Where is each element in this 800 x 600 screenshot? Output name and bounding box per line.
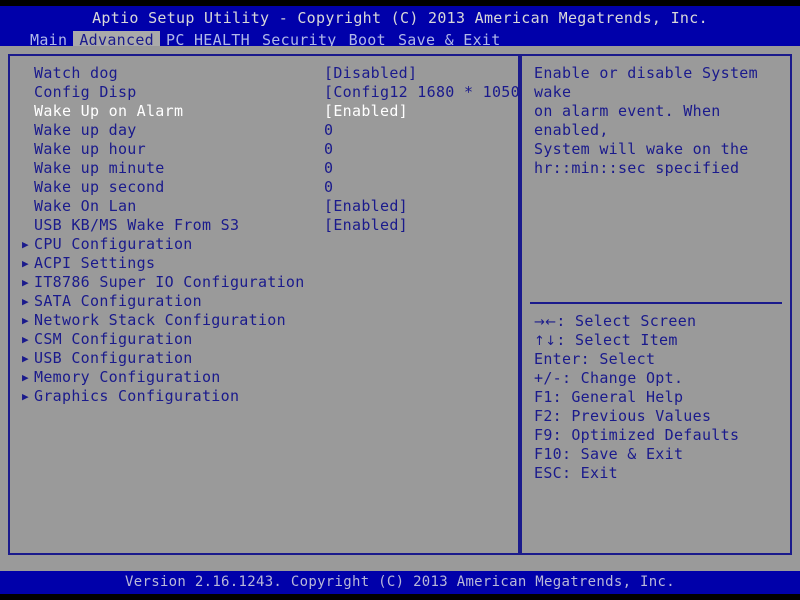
option-row[interactable]: Wake up minute 0 (10, 159, 518, 178)
option-row[interactable]: Config Disp [Config12 1680 * 1050] (10, 83, 518, 102)
key-legend-row: →←: Select Screen (534, 312, 786, 331)
key-legend-label: Enter: Select (534, 350, 655, 368)
arrow-keys-icon: →← (534, 315, 556, 330)
option-label: Wake Up on Alarm (34, 102, 183, 121)
key-legend-row: F2: Previous Values (534, 407, 786, 426)
submenu-item[interactable]: ▶Graphics Configuration (10, 387, 518, 406)
options-panel: Watch dog [Disabled] Config Disp [Config12 … (8, 54, 520, 555)
option-label: Network Stack Configuration (34, 311, 286, 330)
help-separator (530, 302, 782, 304)
option-value[interactable]: [Enabled] (324, 197, 408, 216)
option-label: ACPI Settings (34, 254, 155, 273)
key-legend: →←: Select Screen↑↓: Select ItemEnter: S… (534, 312, 786, 483)
option-value[interactable]: 0 (324, 121, 333, 140)
submenu-arrow-icon: ▶ (22, 254, 34, 273)
option-value[interactable]: 0 (324, 140, 333, 159)
help-line: hr::min::sec specified (534, 159, 782, 178)
submenu-arrow-icon: ▶ (22, 368, 34, 387)
help-line: System will wake on the (534, 140, 782, 159)
options-list: Watch dog [Disabled] Config Disp [Config12 … (10, 64, 518, 406)
header-bar: Aptio Setup Utility - Copyright (C) 2013… (0, 6, 800, 46)
option-label: Watch dog (34, 64, 118, 83)
submenu-item[interactable]: ▶CSM Configuration (10, 330, 518, 349)
option-label: CSM Configuration (34, 330, 193, 349)
option-row[interactable]: Wake Up on Alarm [Enabled] (10, 102, 518, 121)
key-legend-label: +/-: Change Opt. (534, 369, 683, 387)
option-row[interactable]: Wake On Lan [Enabled] (10, 197, 518, 216)
submenu-item[interactable]: ▶Network Stack Configuration (10, 311, 518, 330)
option-label: USB Configuration (34, 349, 193, 368)
option-label: Wake up second (34, 178, 165, 197)
option-value[interactable]: [Disabled] (324, 64, 417, 83)
option-value[interactable]: 0 (324, 178, 333, 197)
option-value[interactable]: [Enabled] (324, 102, 408, 121)
help-line: on alarm event. When enabled, (534, 102, 782, 140)
option-label: Wake up day (34, 121, 137, 140)
option-value[interactable]: [Config12 1680 * 1050] (324, 83, 520, 102)
submenu-item[interactable]: ▶USB Configuration (10, 349, 518, 368)
submenu-arrow-icon: ▶ (22, 292, 34, 311)
help-panel: Enable or disable System wakeon alarm ev… (520, 54, 792, 555)
option-row[interactable]: Wake up day 0 (10, 121, 518, 140)
key-legend-label: ESC: Exit (534, 464, 618, 482)
option-label: Wake On Lan (34, 197, 137, 216)
option-value[interactable]: [Enabled] (324, 216, 408, 235)
key-legend-label: F9: Optimized Defaults (534, 426, 739, 444)
bios-setup-screen: Aptio Setup Utility - Copyright (C) 2013… (0, 0, 800, 600)
option-label: Wake up minute (34, 159, 165, 178)
key-legend-row: ESC: Exit (534, 464, 786, 483)
submenu-item[interactable]: ▶CPU Configuration (10, 235, 518, 254)
key-legend-row: Enter: Select (534, 350, 786, 369)
submenu-item[interactable]: ▶ACPI Settings (10, 254, 518, 273)
submenu-arrow-icon: ▶ (22, 330, 34, 349)
option-label: IT8786 Super IO Configuration (34, 273, 305, 292)
option-label: Graphics Configuration (34, 387, 239, 406)
option-label: USB KB/MS Wake From S3 (34, 216, 239, 235)
submenu-arrow-icon: ▶ (22, 311, 34, 330)
arrow-keys-icon: ↑↓ (534, 334, 556, 349)
key-legend-row: F9: Optimized Defaults (534, 426, 786, 445)
option-label: SATA Configuration (34, 292, 202, 311)
option-row[interactable]: Watch dog [Disabled] (10, 64, 518, 83)
key-legend-row: +/-: Change Opt. (534, 369, 786, 388)
key-legend-label: F2: Previous Values (534, 407, 711, 425)
page-title: Aptio Setup Utility - Copyright (C) 2013… (0, 10, 800, 27)
key-legend-label: : Select Screen (556, 312, 696, 330)
key-legend-row: F10: Save & Exit (534, 445, 786, 464)
submenu-arrow-icon: ▶ (22, 387, 34, 406)
option-label: CPU Configuration (34, 235, 193, 254)
submenu-item[interactable]: ▶IT8786 Super IO Configuration (10, 273, 518, 292)
submenu-arrow-icon: ▶ (22, 273, 34, 292)
option-row[interactable]: Wake up second 0 (10, 178, 518, 197)
option-label: Config Disp (34, 83, 137, 102)
submenu-arrow-icon: ▶ (22, 235, 34, 254)
option-label: Wake up hour (34, 140, 146, 159)
submenu-item[interactable]: ▶SATA Configuration (10, 292, 518, 311)
help-line: Enable or disable System wake (534, 64, 782, 102)
submenu-item[interactable]: ▶Memory Configuration (10, 368, 518, 387)
option-row[interactable]: USB KB/MS Wake From S3 [Enabled] (10, 216, 518, 235)
key-legend-label: F10: Save & Exit (534, 445, 683, 463)
option-value[interactable]: 0 (324, 159, 333, 178)
help-description: Enable or disable System wakeon alarm ev… (534, 64, 782, 178)
key-legend-row: ↑↓: Select Item (534, 331, 786, 350)
version-text: Version 2.16.1243. Copyright (C) 2013 Am… (0, 574, 800, 591)
footer-bar: Version 2.16.1243. Copyright (C) 2013 Am… (0, 571, 800, 594)
key-legend-row: F1: General Help (534, 388, 786, 407)
key-legend-label: : Select Item (556, 331, 677, 349)
submenu-arrow-icon: ▶ (22, 349, 34, 368)
option-label: Memory Configuration (34, 368, 221, 387)
content-area: Watch dog [Disabled] Config Disp [Config12 … (0, 46, 800, 571)
option-row[interactable]: Wake up hour 0 (10, 140, 518, 159)
key-legend-label: F1: General Help (534, 388, 683, 406)
